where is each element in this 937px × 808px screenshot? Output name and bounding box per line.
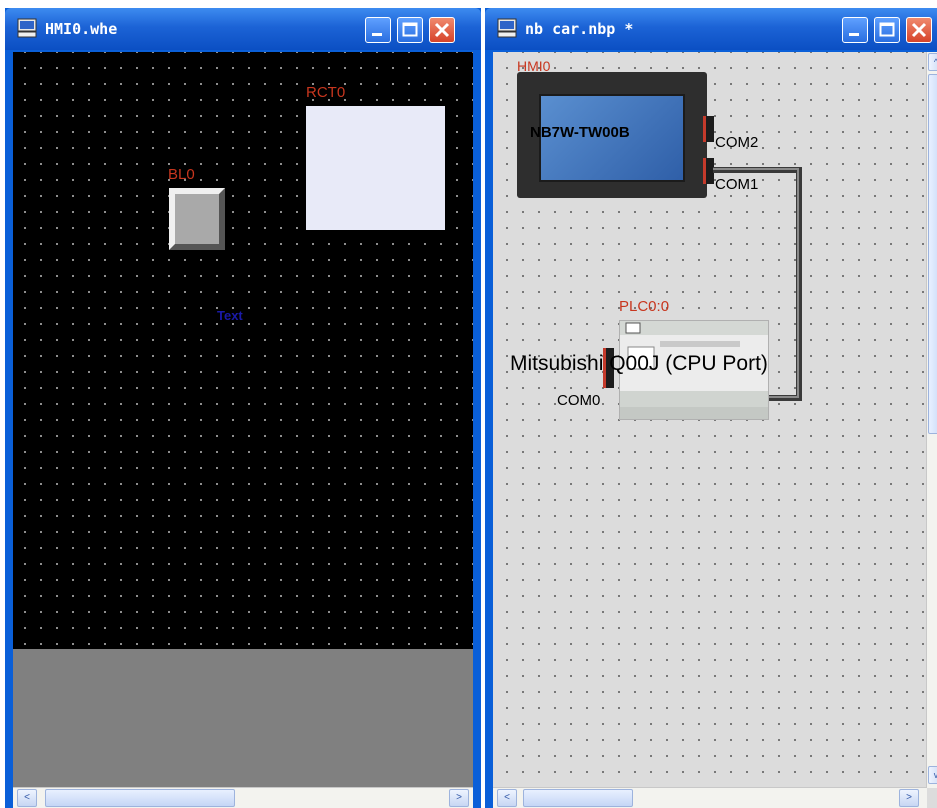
window-title: HMI0.whe (45, 20, 118, 38)
scroll-right-button[interactable]: > (449, 789, 469, 807)
project-client-area: HMI0 NB7W-TW00B COM2 COM1 PLC0:0 Mitsubi… (493, 52, 937, 808)
maximize-button[interactable] (874, 17, 900, 43)
scroll-right-button[interactable]: > (899, 789, 919, 807)
arrow-left-icon: < (24, 792, 30, 803)
vertical-scrollbar[interactable]: ^ v (926, 52, 937, 788)
scroll-thumb[interactable] (45, 789, 235, 807)
screen-canvas[interactable]: RCT0 BL0 Text (13, 52, 473, 649)
close-icon (911, 22, 927, 38)
minimize-icon (372, 33, 382, 36)
plc-device-label: PLC0:0 (619, 298, 670, 315)
title-bar[interactable]: HMI0.whe (5, 8, 481, 50)
close-button[interactable] (429, 17, 455, 43)
title-bar[interactable]: nb car.nbp * (485, 8, 937, 50)
scroll-left-button[interactable]: < (497, 789, 517, 807)
app-icon (497, 18, 517, 38)
text-object[interactable]: Text (217, 308, 243, 323)
horizontal-scrollbar[interactable]: < > (493, 787, 927, 808)
maximize-button[interactable] (397, 17, 423, 43)
com0-label: COM0 (557, 392, 601, 409)
app-icon (17, 18, 37, 38)
rect-object-label: RCT0 (306, 84, 346, 101)
minimize-button[interactable] (842, 17, 868, 43)
project-window: nb car.nbp * HMI0 NB7W-TW00B COM2 COM1 P… (485, 8, 937, 808)
arrow-left-icon: < (504, 792, 510, 803)
rectangle-object[interactable] (306, 106, 445, 230)
network-canvas[interactable]: HMI0 NB7W-TW00B COM2 COM1 PLC0:0 Mitsubi… (493, 52, 937, 808)
bitlamp-object[interactable] (169, 188, 225, 250)
scroll-left-button[interactable]: < (17, 789, 37, 807)
minimize-icon (849, 33, 859, 36)
minimize-button[interactable] (365, 17, 391, 43)
maximize-icon (402, 22, 418, 37)
scroll-thumb[interactable] (523, 789, 633, 807)
vertical-scroll-thumb[interactable] (928, 74, 937, 434)
close-button[interactable] (906, 17, 932, 43)
screen-editor-window: HMI0.whe RCT0 BL0 Text < > (5, 8, 481, 808)
close-icon (434, 22, 450, 38)
scroll-down-button[interactable]: v (928, 766, 937, 784)
scroll-up-button[interactable]: ^ (928, 53, 937, 71)
horizontal-scrollbar[interactable]: < > (13, 787, 473, 808)
arrow-right-icon: > (906, 792, 912, 803)
plc-model-name: Mitsubishi Q00J (CPU Port) (510, 352, 768, 375)
window-title: nb car.nbp * (525, 20, 634, 38)
bitlamp-object-label: BL0 (168, 166, 195, 183)
screen-client-area: RCT0 BL0 Text (13, 52, 473, 808)
maximize-icon (879, 22, 895, 37)
arrow-right-icon: > (456, 792, 462, 803)
